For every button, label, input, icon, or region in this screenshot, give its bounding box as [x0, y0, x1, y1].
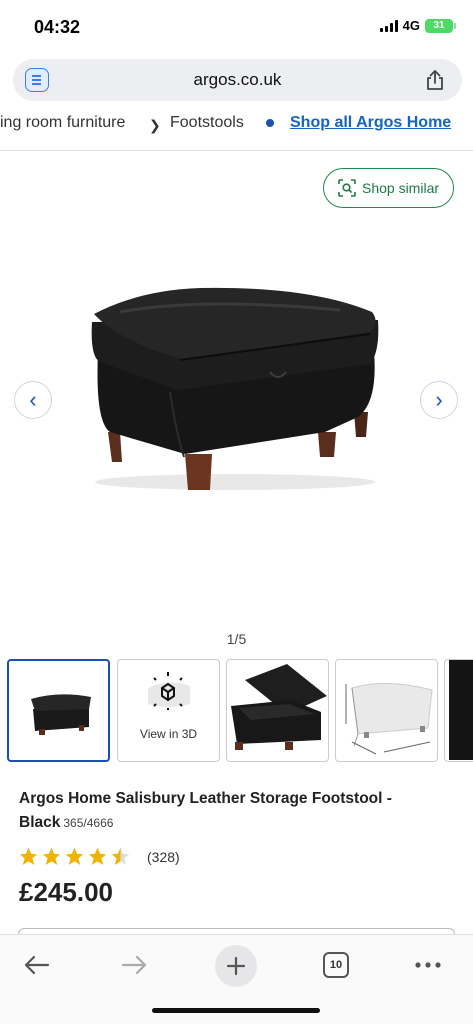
- breadcrumb: ing room furniture ❯ Footstools Shop all…: [0, 110, 473, 138]
- thumbnail-dimensions-image: [345, 683, 433, 755]
- product-main-image[interactable]: [80, 282, 390, 497]
- image-counter: 1/5: [226, 631, 247, 647]
- thumbnail-strip: View in 3D: [7, 659, 473, 763]
- chevron-left-icon: ‹: [29, 387, 37, 412]
- thumbnail-1[interactable]: [7, 659, 110, 762]
- thumbnail-open-storage-image: [231, 664, 327, 750]
- review-count-link[interactable]: (328): [147, 849, 180, 865]
- star-icon: [19, 847, 38, 865]
- status-bar: 04:32 4G 31: [0, 0, 473, 56]
- chevron-right-icon: ›: [435, 387, 443, 412]
- view-in-3d-label: View in 3D: [139, 727, 198, 741]
- chevron-right-icon: ❯: [149, 117, 161, 133]
- carousel-next-button[interactable]: ›: [420, 381, 458, 419]
- star-icon: [88, 847, 107, 865]
- breadcrumb-dot: [266, 119, 274, 127]
- address-bar[interactable]: argos.co.uk: [13, 59, 462, 101]
- divider: [0, 150, 473, 151]
- carousel-prev-button[interactable]: ‹: [14, 381, 52, 419]
- forward-button[interactable]: [113, 943, 157, 987]
- thumbnail-detail-image: [449, 660, 473, 760]
- shop-all-argos-home-link[interactable]: Shop all Argos Home: [290, 114, 451, 132]
- battery-icon: 31: [425, 18, 456, 33]
- thumbnail-view-3d[interactable]: View in 3D: [117, 659, 220, 762]
- thumbnail-footstool-image: [31, 694, 91, 735]
- network-type: 4G: [402, 18, 420, 33]
- 3d-cube-icon: [148, 672, 190, 710]
- status-indicators: 4G 31: [379, 18, 456, 33]
- product-sku: 365/4666: [63, 816, 114, 830]
- arrow-right-icon: [121, 955, 147, 975]
- status-time: 04:32: [34, 17, 81, 37]
- thumbnail-3[interactable]: [226, 659, 329, 762]
- shop-similar-button[interactable]: Shop similar: [323, 168, 454, 208]
- breadcrumb-item-footstools[interactable]: Footstools: [170, 114, 244, 132]
- star-rating[interactable]: (328): [18, 846, 180, 867]
- breadcrumb-item-living-room[interactable]: ing room furniture: [0, 114, 125, 132]
- more-dots-icon: [415, 962, 441, 968]
- star-icon: [42, 847, 61, 865]
- thumbnail-5[interactable]: [444, 659, 473, 762]
- new-tab-button[interactable]: [214, 944, 258, 988]
- visual-search-icon: [338, 179, 356, 197]
- url-text[interactable]: argos.co.uk: [13, 70, 462, 90]
- product-price: £245.00: [19, 877, 113, 907]
- plus-icon: [215, 945, 257, 987]
- tabs-button[interactable]: 10: [314, 943, 358, 987]
- half-star-icon: [111, 847, 130, 865]
- thumbnail-4[interactable]: [335, 659, 438, 762]
- more-menu-button[interactable]: [406, 943, 450, 987]
- signal-icon: [379, 19, 398, 32]
- star-icon: [65, 847, 84, 865]
- shop-similar-label: Shop similar: [361, 180, 440, 196]
- tabs-count: 10: [323, 952, 349, 978]
- product-title: Argos Home Salisbury Leather Storage Foo…: [19, 787, 459, 835]
- battery-level: 31: [433, 20, 445, 31]
- share-icon[interactable]: [424, 68, 446, 92]
- arrow-left-icon: [24, 955, 50, 975]
- home-indicator: [152, 1008, 320, 1013]
- back-button[interactable]: [14, 943, 58, 987]
